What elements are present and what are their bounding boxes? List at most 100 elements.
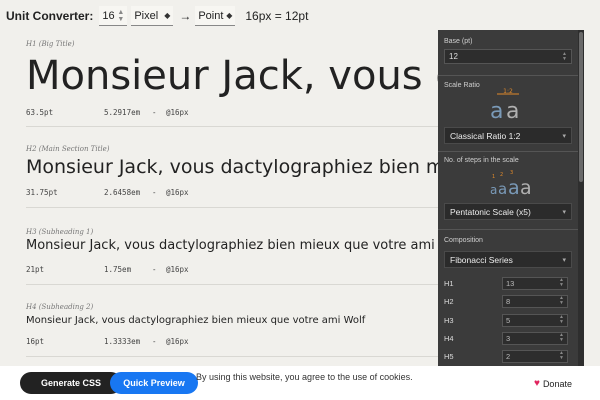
unit-converter-bar: Unit Converter: 16 ▲ ▼ Pixel ◆ → Point ◆ … <box>0 0 600 32</box>
panel-divider <box>438 229 578 230</box>
size-pt: 16pt <box>26 337 45 346</box>
heading-value-input[interactable]: 2 ▲ ▼ <box>502 349 568 363</box>
base-label: Base (pt) <box>444 38 473 45</box>
specimen-meta: 63.5pt 5.2917em - @16px <box>26 108 189 117</box>
scale-ratio-label: Scale Ratio <box>444 82 480 89</box>
scale-ratio-select[interactable]: Classical Ratio 1:2 ▾ <box>444 127 572 144</box>
stepper-icon[interactable]: ▲ ▼ <box>559 351 564 361</box>
heading-label: H5 <box>444 351 454 361</box>
base-input[interactable]: 12 ▲ ▼ <box>444 49 572 64</box>
svg-text:a: a <box>490 183 497 197</box>
separator: - <box>152 188 157 197</box>
heading-value-input[interactable]: 3 ▲ ▼ <box>502 331 568 345</box>
cookie-bar: Generate CSS Quick Preview By using this… <box>0 366 600 400</box>
size-pt: 31.75pt <box>26 188 58 197</box>
steps-label: No. of steps in the scale <box>444 157 519 164</box>
heading-value: 2 <box>506 351 511 361</box>
divider <box>26 126 438 127</box>
specimen-h1: H1 (Big Title) Monsieur Jack, vous dacty… <box>26 40 446 117</box>
stepper-icon[interactable]: ▲ ▼ <box>562 51 567 62</box>
heading-value-input[interactable]: 5 ▲ ▼ <box>502 313 568 327</box>
scrollbar-thumb[interactable] <box>579 32 583 182</box>
heading-label: H4 <box>444 333 454 343</box>
size-px: @16px <box>166 188 189 197</box>
from-unit-value: Pixel <box>134 9 159 22</box>
panel-divider <box>438 151 578 152</box>
ratio-badge: 1:2 <box>503 88 513 95</box>
heading-value-input[interactable]: 8 ▲ ▼ <box>502 294 568 308</box>
heading-value-input[interactable]: 13 ▲ ▼ <box>502 276 568 290</box>
composition-label: Composition <box>444 237 483 244</box>
cookie-notice: By using this website, you agree to the … <box>196 372 413 382</box>
stepper-icon[interactable]: ▲ ▼ <box>559 315 564 325</box>
specimen-h4: H4 (Subheading 2) Monsieur Jack, vous da… <box>26 303 446 346</box>
stepper-icon[interactable]: ▲ ▼ <box>559 333 564 343</box>
svg-text:2: 2 <box>500 172 503 178</box>
separator: - <box>152 265 157 274</box>
heading-label: H3 <box>444 315 454 325</box>
heading-value: 13 <box>506 278 515 288</box>
svg-text:a: a <box>490 99 503 124</box>
specimen-tag: H2 (Main Section Title) <box>26 145 110 153</box>
chevron-down-icon: ◆ <box>164 11 171 20</box>
specimen-h2: H2 (Main Section Title) Monsieur Jack, v… <box>26 145 446 197</box>
specimen-text-h1: Monsieur Jack, vous dactylographiez bien… <box>26 53 446 99</box>
heading-row-h5: H5 2 ▲ ▼ <box>444 349 572 363</box>
specimen-tag: H3 (Subheading 1) <box>26 228 94 236</box>
panel-scrollbar[interactable] <box>578 30 584 370</box>
divider <box>26 284 438 285</box>
svg-text:3: 3 <box>510 170 513 176</box>
composition-select[interactable]: Fibonacci Series ▾ <box>444 251 572 268</box>
specimen-h3: H3 (Subheading 1) Monsieur Jack, vous da… <box>26 228 446 274</box>
size-em: 5.2917em <box>104 108 141 117</box>
heading-value: 8 <box>506 296 511 306</box>
size-em: 1.3333em <box>104 337 141 346</box>
scale-ratio-value: Classical Ratio 1:2 <box>450 130 521 141</box>
svg-text:a: a <box>508 177 520 199</box>
specimen-tag: H4 (Subheading 2) <box>26 303 94 311</box>
stepper-icon[interactable]: ▲ ▼ <box>559 296 564 306</box>
specimen-tag: H1 (Big Title) <box>26 40 75 48</box>
steps-select[interactable]: Pentatonic Scale (x5) ▾ <box>444 203 572 220</box>
specimen-text-h2: Monsieur Jack, vous dactylographiez bien… <box>26 156 446 178</box>
size-px: @16px <box>166 265 189 274</box>
panel-divider <box>438 75 578 76</box>
heading-row-h3: H3 5 ▲ ▼ <box>444 313 572 327</box>
chevron-down-icon: ◆ <box>226 11 233 20</box>
heading-row-h2: H2 8 ▲ ▼ <box>444 294 572 308</box>
settings-panel: Base (pt) 12 ▲ ▼ Scale Ratio 1:2 a a Clas… <box>438 30 578 370</box>
size-px: @16px <box>166 108 189 117</box>
size-pt: 21pt <box>26 265 45 274</box>
svg-text:a: a <box>520 177 532 199</box>
size-em: 2.6458em <box>104 188 141 197</box>
chevron-down-icon: ▾ <box>562 132 566 140</box>
specimen-text-h4: Monsieur Jack, vous dactylographiez bien… <box>26 315 366 326</box>
specimen-meta: 16pt 1.3333em - @16px <box>26 337 189 346</box>
stepper-icon[interactable]: ▲ ▼ <box>117 9 124 23</box>
to-unit-value: Point <box>198 9 224 22</box>
converter-value-input[interactable]: 16 ▲ ▼ <box>99 6 128 26</box>
quick-preview-button[interactable]: Quick Preview <box>110 372 198 394</box>
stepper-icon[interactable]: ▲ ▼ <box>559 278 564 288</box>
size-pt: 63.5pt <box>26 108 54 117</box>
composition-value: Fibonacci Series <box>450 254 513 265</box>
heading-row-h4: H4 3 ▲ ▼ <box>444 331 572 345</box>
specimen-meta: 31.75pt 2.6458em - @16px <box>26 188 189 197</box>
divider <box>26 207 438 208</box>
svg-text:a: a <box>506 99 519 124</box>
generate-css-button[interactable]: Generate CSS <box>20 372 122 394</box>
converter-label: Unit Converter: <box>6 9 94 23</box>
svg-text:1: 1 <box>492 174 495 180</box>
base-value: 12 <box>449 52 458 61</box>
heading-value: 5 <box>506 315 511 325</box>
to-unit-select[interactable]: Point ◆ <box>195 6 236 26</box>
conversion-result: 16px = 12pt <box>245 9 309 23</box>
from-unit-select[interactable]: Pixel ◆ <box>131 6 174 26</box>
separator: - <box>152 108 157 117</box>
svg-text:a: a <box>498 180 507 198</box>
right-arrow-icon: → <box>179 9 192 23</box>
steps-value: Pentatonic Scale (x5) <box>450 206 531 217</box>
chevron-down-icon: ▾ <box>562 256 566 264</box>
size-px: @16px <box>166 337 189 346</box>
donate-link[interactable]: ♥ Donate <box>534 378 572 389</box>
